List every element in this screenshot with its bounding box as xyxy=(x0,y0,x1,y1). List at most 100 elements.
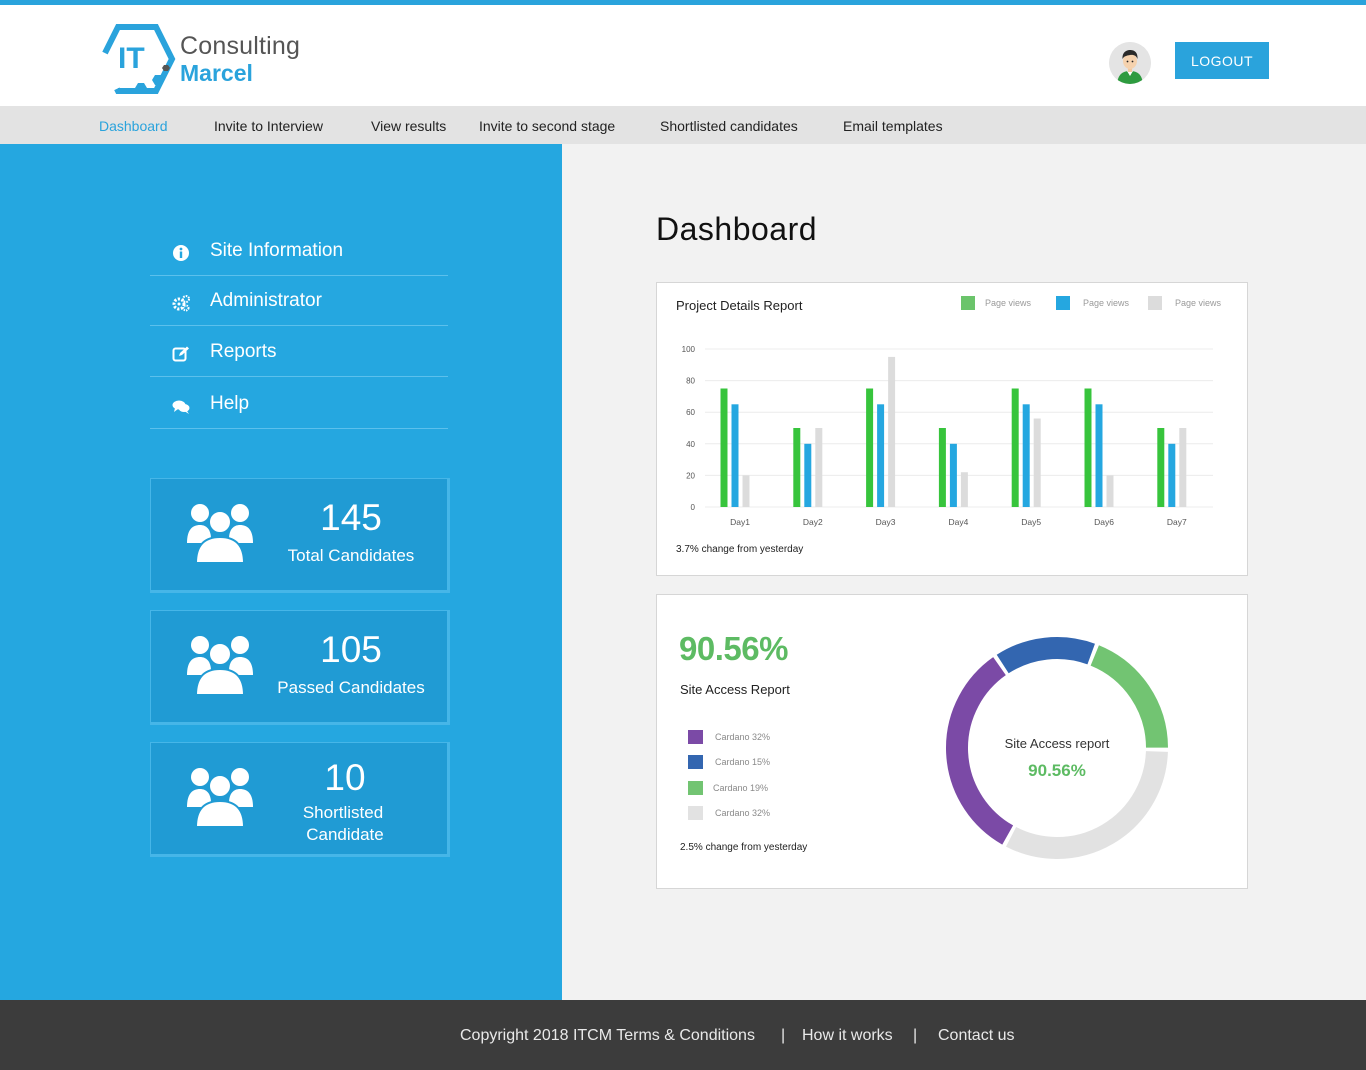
edit-icon xyxy=(172,346,189,362)
page-title: Dashboard xyxy=(656,211,818,247)
footer-separator: | xyxy=(913,1027,918,1044)
chart-title: Project Details Report xyxy=(676,298,803,313)
sidebar-item-label: Administrator xyxy=(210,290,322,311)
legend-label: Page views xyxy=(985,298,1032,308)
logout-button[interactable]: LOGOUT xyxy=(1175,42,1269,79)
bar xyxy=(888,356,896,507)
legend-swatch-green xyxy=(688,781,703,795)
info-icon xyxy=(173,245,189,261)
donut-center-percent: 90.56% xyxy=(1028,761,1086,780)
bar xyxy=(1157,428,1165,507)
users-icon xyxy=(187,636,253,696)
footer-separator: | xyxy=(781,1027,786,1044)
legend-item: Cardano 19% xyxy=(688,781,808,797)
donut-slice xyxy=(996,637,1095,674)
nav-invite-to-interview[interactable]: Invite to Interview xyxy=(214,118,323,134)
bar xyxy=(1179,428,1187,507)
bar xyxy=(1022,404,1030,507)
x-tick-label: Day4 xyxy=(948,517,968,527)
y-tick-label: 0 xyxy=(691,503,696,512)
bar xyxy=(1168,443,1176,507)
nav-dashboard[interactable]: Dashboard xyxy=(99,118,168,134)
main-nav: Dashboard Invite to Interview View resul… xyxy=(0,106,1366,144)
bar xyxy=(960,472,968,507)
bar xyxy=(804,443,812,507)
stat-label: Passed Candidates xyxy=(277,678,425,697)
site-access-panel: 90.56% Site Access Report Cardano 32% Ca… xyxy=(656,594,1248,889)
stat-card-total-candidates: 145 Total Candidates xyxy=(150,478,450,593)
sidebar-item-site-information[interactable]: Site Information xyxy=(150,226,448,276)
sidebar-item-help[interactable]: Help xyxy=(150,379,448,429)
y-tick-label: 20 xyxy=(686,471,695,480)
logo-hexagon-icon: IT xyxy=(98,24,176,94)
bar xyxy=(793,428,801,507)
legend-swatch-blue xyxy=(688,755,703,769)
x-tick-label: Day6 xyxy=(1094,517,1114,527)
site-access-title: Site Access Report xyxy=(680,682,790,697)
stat-card-passed-candidates: 105 Passed Candidates xyxy=(150,610,450,725)
bar xyxy=(720,388,728,507)
stat-card-shortlisted-candidate: 10 Shortlisted Candidate xyxy=(150,742,450,857)
stat-label: Total Candidates xyxy=(287,546,415,565)
legend-swatch-gray xyxy=(688,806,703,820)
bar xyxy=(742,475,750,507)
x-tick-label: Day2 xyxy=(803,517,823,527)
legend-item: Cardano 15% xyxy=(688,755,808,771)
bar xyxy=(1011,388,1019,507)
site-access-percent: 90.56% xyxy=(679,630,788,667)
legend-label: Cardano 32% xyxy=(715,808,771,818)
bar xyxy=(731,404,739,507)
y-tick-label: 80 xyxy=(686,377,695,386)
stat-value: 145 xyxy=(320,497,382,538)
sidebar: Site Information Administrator Reports H… xyxy=(0,144,562,1000)
legend-item: Cardano 32% xyxy=(688,730,808,746)
legend-label: Page views xyxy=(1083,298,1130,308)
legend-swatch-gray xyxy=(1148,296,1162,310)
legend-swatch-blue xyxy=(1056,296,1070,310)
avatar[interactable] xyxy=(1109,42,1151,84)
y-tick-label: 40 xyxy=(686,440,695,449)
bar xyxy=(1084,388,1092,507)
legend-label: Page views xyxy=(1175,298,1222,308)
x-tick-label: Day7 xyxy=(1167,517,1187,527)
logo-text-marcel: Marcel xyxy=(180,60,253,86)
logo-mark: IT xyxy=(118,42,145,75)
sidebar-item-administrator[interactable]: Administrator xyxy=(150,276,448,326)
nav-email-templates[interactable]: Email templates xyxy=(843,118,943,134)
users-icon xyxy=(187,504,253,564)
bar xyxy=(1095,404,1103,507)
y-tick-label: 60 xyxy=(686,408,695,417)
stat-label-line1: Shortlisted xyxy=(302,803,384,822)
x-tick-label: Day1 xyxy=(730,517,750,527)
header: IT Consulting Marcel LOGOUT xyxy=(0,5,1366,106)
nav-invite-second-stage[interactable]: Invite to second stage xyxy=(479,118,615,134)
stat-label-line2: Candidate xyxy=(306,825,384,844)
bar xyxy=(938,428,946,507)
logo-text-consulting: Consulting xyxy=(180,32,301,60)
legend-label: Cardano 32% xyxy=(715,732,771,742)
footer-contact-us[interactable]: Contact us xyxy=(938,1027,1014,1045)
bar xyxy=(949,443,957,507)
bar-chart: 0 20 40 60 80 100 Day1 Day2 Day3 Day4 Day5 Day6 Day7 xyxy=(682,345,1213,527)
chat-icon xyxy=(172,400,190,414)
footer-copyright-terms[interactable]: Copyright 2018 ITCM Terms & Conditions xyxy=(460,1027,755,1045)
stat-value: 105 xyxy=(320,629,382,670)
nav-shortlisted-candidates[interactable]: Shortlisted candidates xyxy=(660,118,798,134)
project-details-panel: Project Details Report Page views Page v… xyxy=(656,282,1248,576)
site-access-note: 2.5% change from yesterday xyxy=(680,842,808,853)
bar xyxy=(1033,418,1041,507)
user-avatar-icon xyxy=(1109,42,1151,84)
sidebar-item-label: Reports xyxy=(210,341,277,362)
footer: Copyright 2018 ITCM Terms & Conditions |… xyxy=(0,1000,1366,1070)
sidebar-item-reports[interactable]: Reports xyxy=(150,327,448,377)
donut-center-label: Site Access report xyxy=(1004,736,1110,751)
bar xyxy=(866,388,874,507)
chart-note: 3.7% change from yesterday xyxy=(676,544,804,555)
footer-how-it-works[interactable]: How it works xyxy=(802,1027,893,1045)
legend-label: Cardano 15% xyxy=(715,757,771,767)
logo[interactable]: IT Consulting Marcel xyxy=(98,21,308,97)
legend-swatch-green xyxy=(961,296,975,310)
x-tick-label: Day3 xyxy=(876,517,896,527)
nav-view-results[interactable]: View results xyxy=(371,118,446,134)
sidebar-item-label: Help xyxy=(210,393,250,414)
